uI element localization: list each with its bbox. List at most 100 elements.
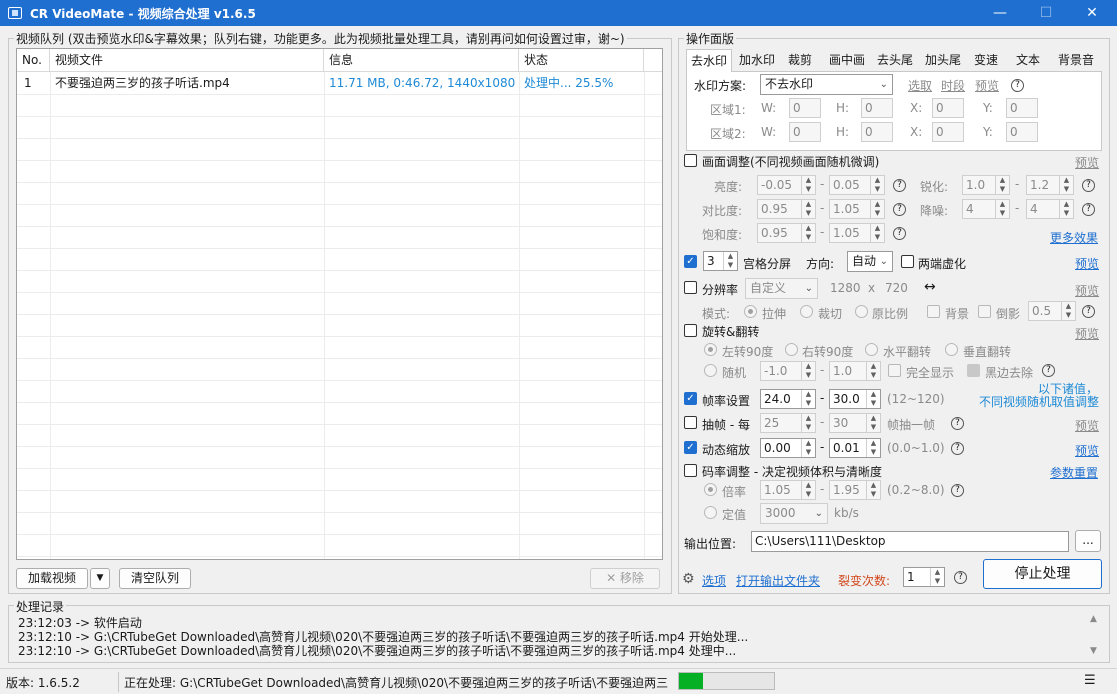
tab-speed[interactable]: 变速 — [968, 49, 1004, 71]
dynamic-zoom-checkbox[interactable]: ✓ — [684, 441, 697, 454]
help-icon[interactable]: ? — [893, 227, 906, 240]
remove-black-checkbox[interactable] — [967, 364, 980, 377]
hflip-radio[interactable] — [865, 343, 878, 356]
picture-adjust-checkbox[interactable] — [684, 154, 697, 167]
grid-split-checkbox[interactable]: ✓ — [684, 255, 697, 268]
remove-button[interactable]: ✕ 移除 — [590, 568, 660, 589]
menu-icon[interactable]: ☰ — [1084, 673, 1096, 688]
bitrate-ratio-max[interactable]: 1.95 ▲ ▼ — [829, 480, 881, 500]
watermark-preview-link[interactable]: 预览 — [975, 77, 999, 94]
random-min[interactable]: -1.0 ▲ ▼ — [760, 361, 816, 381]
contrast-min[interactable]: 0.95 ▲ ▼ — [757, 199, 816, 219]
bitrate-checkbox[interactable] — [684, 464, 697, 477]
tab-add-watermark[interactable]: 加水印 — [734, 49, 780, 71]
help-icon[interactable]: ? — [1082, 305, 1095, 318]
column-header-no[interactable]: No. — [17, 49, 50, 72]
open-output-folder-link[interactable]: 打开输出文件夹 — [736, 572, 820, 589]
tab-remove-watermark[interactable]: 去水印 — [686, 49, 732, 72]
fission-count[interactable]: 1 ▲ ▼ — [903, 567, 945, 587]
vflip-radio[interactable] — [945, 343, 958, 356]
column-header-info[interactable]: 信息 — [324, 49, 519, 72]
resolution-width[interactable]: 1280 — [830, 281, 861, 295]
saturation-min[interactable]: 0.95 ▲ ▼ — [757, 223, 816, 243]
help-icon[interactable]: ? — [1082, 203, 1095, 216]
region1-w[interactable]: 0 — [789, 98, 821, 118]
sharpen-max[interactable]: 1.2 ▲ ▼ — [1026, 175, 1074, 195]
rotate-preview-link[interactable]: 预览 — [1075, 325, 1099, 342]
contrast-max[interactable]: 1.05 ▲ ▼ — [829, 199, 885, 219]
random-max[interactable]: 1.0 ▲ ▼ — [829, 361, 881, 381]
select-link[interactable]: 选取 — [908, 77, 932, 94]
scheme-select[interactable]: 不去水印 ⌄ — [760, 74, 893, 95]
load-video-button[interactable]: 加载视频 — [16, 568, 88, 589]
help-icon[interactable]: ? — [951, 417, 964, 430]
region1-y[interactable]: 0 — [1006, 98, 1038, 118]
saturation-max[interactable]: 1.05 ▲ ▼ — [829, 223, 885, 243]
help-icon[interactable]: ? — [1082, 179, 1095, 192]
output-path-input[interactable]: C:\Users\111\Desktop — [751, 531, 1069, 552]
stretch-radio[interactable] — [744, 305, 757, 318]
region2-w[interactable]: 0 — [789, 122, 821, 142]
rotate-checkbox[interactable] — [684, 324, 697, 337]
frame-drop-preview-link[interactable]: 预览 — [1075, 417, 1099, 434]
bitrate-ratio-min[interactable]: 1.05 ▲ ▼ — [760, 480, 816, 500]
region2-h[interactable]: 0 — [861, 122, 893, 142]
dynamic-zoom-max[interactable]: 0.01 ▲ ▼ — [829, 438, 881, 458]
queue-table[interactable]: No. 视频文件 信息 状态 1 不要强迫两三岁的孩子听话.mp4 11.71 … — [16, 48, 663, 560]
reflection-value[interactable]: 0.5 ▲ ▼ — [1028, 301, 1076, 321]
time-link[interactable]: 时段 — [941, 77, 965, 94]
reset-params-link[interactable]: 参数重置 — [1050, 464, 1098, 481]
maximize-button[interactable]: ☐ — [1023, 0, 1069, 26]
blur-ends-checkbox[interactable] — [901, 255, 914, 268]
region1-h[interactable]: 0 — [861, 98, 893, 118]
help-icon[interactable]: ? — [951, 442, 964, 455]
region2-x[interactable]: 0 — [932, 122, 964, 142]
rotate-left-radio[interactable] — [704, 343, 717, 356]
random-rotate-radio[interactable] — [704, 364, 717, 377]
crop-radio[interactable] — [800, 305, 813, 318]
resolution-height[interactable]: 720 — [885, 281, 908, 295]
grid-preview-link[interactable]: 预览 — [1075, 255, 1099, 272]
rotate-right-radio[interactable] — [785, 343, 798, 356]
scroll-up-icon[interactable]: ▲ — [1090, 614, 1097, 624]
dynamic-zoom-min[interactable]: 0.00 ▲ ▼ — [760, 438, 816, 458]
help-icon[interactable]: ? — [951, 484, 964, 497]
denoise-min[interactable]: 4 ▲ ▼ — [962, 199, 1010, 219]
browse-button[interactable]: ... — [1075, 530, 1101, 552]
fps-max[interactable]: 30.0 ▲ ▼ — [829, 389, 881, 409]
region1-x[interactable]: 0 — [932, 98, 964, 118]
column-header-file[interactable]: 视频文件 — [50, 49, 324, 72]
denoise-max[interactable]: 4 ▲ ▼ — [1026, 199, 1074, 219]
options-link[interactable]: 选项 — [702, 572, 726, 589]
bitrate-ratio-radio[interactable] — [704, 483, 717, 496]
swap-icon[interactable]: ↔ — [924, 279, 936, 295]
picture-preview-link[interactable]: 预览 — [1075, 154, 1099, 171]
dynamic-zoom-preview-link[interactable]: 预览 — [1075, 442, 1099, 459]
stop-processing-button[interactable]: 停止处理 — [983, 559, 1102, 589]
frame-drop-max[interactable]: 30 ▲ ▼ — [829, 413, 881, 433]
resolution-preset-select[interactable]: 自定义 ⌄ — [745, 278, 818, 299]
more-effects-link[interactable]: 更多效果 — [1050, 229, 1098, 246]
gear-icon[interactable]: ⚙ — [682, 571, 695, 587]
tab-trim[interactable]: 去头尾 — [872, 49, 918, 71]
close-button[interactable]: ✕ — [1069, 0, 1115, 26]
full-display-checkbox[interactable] — [888, 364, 901, 377]
sharpen-min[interactable]: 1.0 ▲ ▼ — [962, 175, 1010, 195]
bitrate-fixed-radio[interactable] — [704, 506, 717, 519]
grid-count[interactable]: 3 ▲ ▼ — [703, 251, 738, 271]
frame-drop-checkbox[interactable] — [684, 416, 697, 429]
minimize-button[interactable]: — — [977, 0, 1023, 26]
bitrate-fixed-select[interactable]: 3000 ⌄ — [760, 503, 828, 524]
help-icon[interactable]: ? — [1042, 364, 1055, 377]
column-header-status[interactable]: 状态 — [519, 49, 644, 72]
tab-pip[interactable]: 画中画 — [824, 49, 870, 71]
tab-bgm[interactable]: 背景音 — [1052, 49, 1100, 71]
direction-select[interactable]: 自动 ⌄ — [847, 251, 893, 272]
tab-crop[interactable]: 裁剪 — [782, 49, 818, 71]
clear-queue-button[interactable]: 清空队列 — [119, 568, 191, 589]
reflection-checkbox[interactable] — [978, 305, 991, 318]
resolution-preview-link[interactable]: 预览 — [1075, 282, 1099, 299]
tab-text[interactable]: 文本 — [1008, 49, 1048, 71]
fps-min[interactable]: 24.0 ▲ ▼ — [760, 389, 816, 409]
background-checkbox[interactable] — [927, 305, 940, 318]
